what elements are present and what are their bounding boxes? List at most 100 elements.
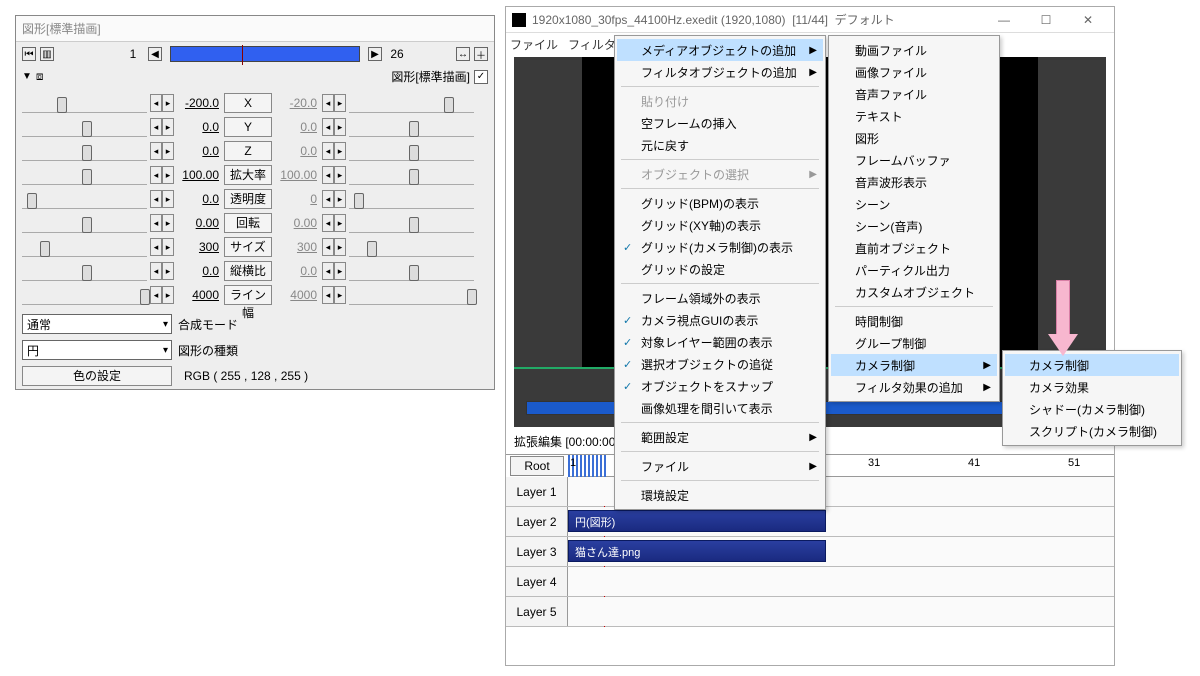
nudge-right-dec[interactable]: ◂	[322, 166, 334, 184]
shape-type-dropdown[interactable]: 円	[22, 340, 172, 360]
layer-label[interactable]: Layer 2	[506, 507, 568, 536]
param-slider-left[interactable]	[22, 237, 147, 257]
nudge-left-dec[interactable]: ◂	[150, 166, 162, 184]
param-value-left[interactable]: 0.0	[177, 144, 221, 158]
menu-item[interactable]: カメラ効果	[1005, 376, 1179, 398]
param-value-right[interactable]: 0.0	[275, 144, 319, 158]
nudge-left-dec[interactable]: ◂	[150, 190, 162, 208]
nudge-right-dec[interactable]: ◂	[322, 286, 334, 304]
param-slider-right[interactable]	[349, 261, 474, 281]
nudge-right-inc[interactable]: ▸	[334, 238, 346, 256]
layer-label[interactable]: Layer 4	[506, 567, 568, 596]
menu-item[interactable]: フィルタ効果の追加▶	[831, 376, 997, 398]
nudge-left-inc[interactable]: ▸	[162, 94, 174, 112]
menu-item[interactable]: 動画ファイル	[831, 39, 997, 61]
nudge-right-dec[interactable]: ◂	[322, 214, 334, 232]
nudge-right-inc[interactable]: ▸	[334, 94, 346, 112]
timeline-clip[interactable]: 猫さん達.png	[568, 540, 826, 562]
nudge-left-inc[interactable]: ▸	[162, 190, 174, 208]
maximize-button[interactable]: ☐	[1026, 10, 1066, 30]
nudge-left-inc[interactable]: ▸	[162, 166, 174, 184]
menu-item[interactable]: フレームバッファ	[831, 149, 997, 171]
nudge-right-inc[interactable]: ▸	[334, 142, 346, 160]
nudge-left-inc[interactable]: ▸	[162, 214, 174, 232]
nudge-right-dec[interactable]: ◂	[322, 118, 334, 136]
nudge-right-inc[interactable]: ▸	[334, 118, 346, 136]
menu-filter[interactable]: フィルタ	[568, 36, 616, 53]
menu-item[interactable]: パーティクル出力	[831, 259, 997, 281]
menu-item[interactable]: ✓選択オブジェクトの追従	[617, 353, 823, 375]
add-button[interactable]: ＋	[474, 47, 488, 61]
color-settings-button[interactable]: 色の設定	[22, 366, 172, 386]
param-slider-left[interactable]	[22, 117, 147, 137]
param-name-button[interactable]: 透明度	[224, 189, 272, 209]
collapse-icon[interactable]: ▼	[22, 71, 32, 82]
menu-item[interactable]: グループ制御	[831, 332, 997, 354]
param-slider-left[interactable]	[22, 213, 147, 233]
nudge-left-dec[interactable]: ◂	[150, 142, 162, 160]
param-value-right[interactable]: 300	[275, 240, 319, 254]
nudge-right-dec[interactable]: ◂	[322, 262, 334, 280]
prev-frame-button[interactable]: ◀	[148, 47, 162, 61]
param-value-right[interactable]: -20.0	[275, 96, 319, 110]
nudge-right-dec[interactable]: ◂	[322, 94, 334, 112]
nudge-left-dec[interactable]: ◂	[150, 118, 162, 136]
param-name-button[interactable]: ライン幅	[224, 285, 272, 305]
menu-item[interactable]: カメラ制御▶	[831, 354, 997, 376]
param-slider-right[interactable]	[349, 237, 474, 257]
layer-track[interactable]: 猫さん達.png	[568, 537, 1114, 566]
param-value-right[interactable]: 0	[275, 192, 319, 206]
nudge-left-inc[interactable]: ▸	[162, 286, 174, 304]
param-slider-right[interactable]	[349, 165, 474, 185]
param-value-left[interactable]: 0.0	[177, 120, 221, 134]
param-value-right[interactable]: 0.00	[275, 216, 319, 230]
menu-item[interactable]: 範囲設定▶	[617, 426, 823, 448]
menu-item[interactable]: ✓グリッド(カメラ制御)の表示	[617, 236, 823, 258]
timeline-clip[interactable]: 円(図形)	[568, 510, 826, 532]
nudge-left-dec[interactable]: ◂	[150, 286, 162, 304]
param-name-button[interactable]: 縦横比	[224, 261, 272, 281]
menu-item[interactable]: 直前オブジェクト	[831, 237, 997, 259]
param-value-left[interactable]: 0.00	[177, 216, 221, 230]
param-name-button[interactable]: サイズ	[224, 237, 272, 257]
param-slider-left[interactable]	[22, 261, 147, 281]
nudge-right-inc[interactable]: ▸	[334, 262, 346, 280]
menu-item[interactable]: シーン(音声)	[831, 215, 997, 237]
nudge-left-inc[interactable]: ▸	[162, 238, 174, 256]
nudge-right-inc[interactable]: ▸	[334, 214, 346, 232]
layer-track[interactable]: 円(図形)	[568, 507, 1114, 536]
layer-label[interactable]: Layer 1	[506, 477, 568, 506]
layer-track[interactable]	[568, 597, 1114, 626]
param-name-button[interactable]: X	[224, 93, 272, 113]
menu-item[interactable]: メディアオブジェクトの追加▶	[617, 39, 823, 61]
nudge-left-dec[interactable]: ◂	[150, 214, 162, 232]
first-frame-button[interactable]: ⏮	[22, 47, 36, 61]
minimize-button[interactable]: —	[984, 10, 1024, 30]
nudge-left-dec[interactable]: ◂	[150, 262, 162, 280]
param-slider-right[interactable]	[349, 93, 474, 113]
menu-item[interactable]: ✓オブジェクトをスナップ	[617, 375, 823, 397]
menu-item[interactable]: ✓カメラ視点GUIの表示	[617, 309, 823, 331]
nudge-right-dec[interactable]: ◂	[322, 238, 334, 256]
param-slider-left[interactable]	[22, 285, 147, 305]
param-slider-left[interactable]	[22, 165, 147, 185]
param-value-left[interactable]: 300	[177, 240, 221, 254]
param-value-left[interactable]: 4000	[177, 288, 221, 302]
layer-label[interactable]: Layer 3	[506, 537, 568, 566]
nudge-right-dec[interactable]: ◂	[322, 190, 334, 208]
menu-item[interactable]: グリッドの設定	[617, 258, 823, 280]
range-button[interactable]: ▥	[40, 47, 54, 61]
menu-item[interactable]: カスタムオブジェクト	[831, 281, 997, 303]
param-slider-right[interactable]	[349, 189, 474, 209]
param-slider-left[interactable]	[22, 141, 147, 161]
nudge-right-inc[interactable]: ▸	[334, 190, 346, 208]
move-button[interactable]: ↔	[456, 47, 470, 61]
menu-item[interactable]: カメラ制御	[1005, 354, 1179, 376]
param-value-left[interactable]: 0.0	[177, 192, 221, 206]
param-name-button[interactable]: Y	[224, 117, 272, 137]
param-value-right[interactable]: 0.0	[275, 120, 319, 134]
menu-item[interactable]: 時間制御	[831, 310, 997, 332]
param-value-right[interactable]: 100.00	[275, 168, 319, 182]
visibility-checkbox[interactable]: ✓	[474, 70, 488, 84]
nudge-left-inc[interactable]: ▸	[162, 262, 174, 280]
